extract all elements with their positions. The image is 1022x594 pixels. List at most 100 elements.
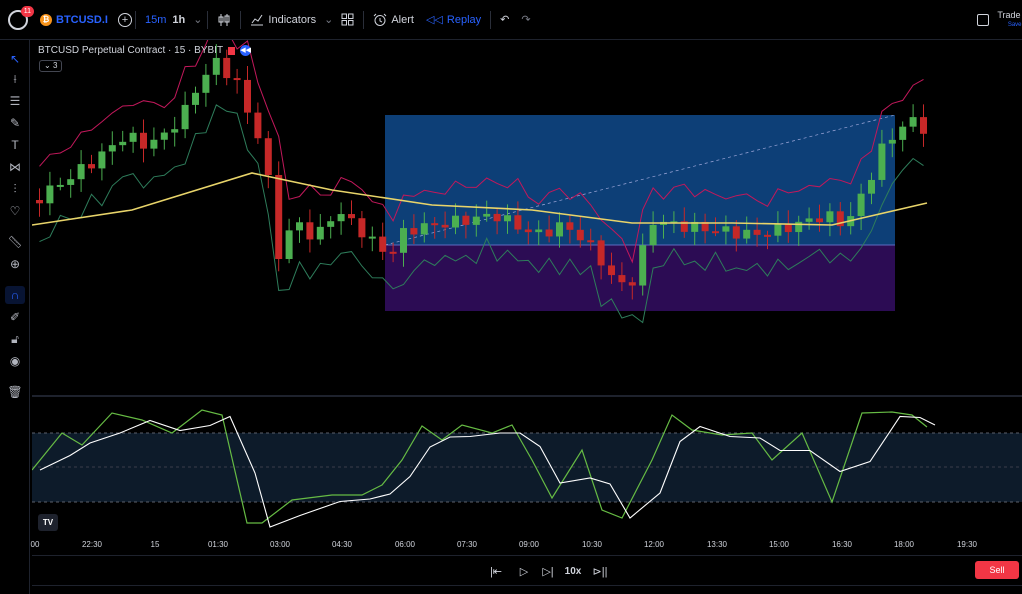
interval-1h-button[interactable]: 1h bbox=[172, 8, 191, 32]
candle-body bbox=[587, 240, 595, 243]
candle-body bbox=[764, 234, 771, 237]
redo-icon[interactable]: ↷ bbox=[515, 8, 536, 32]
magnet-icon[interactable]: ∩ bbox=[5, 286, 25, 304]
indicator-collapse-button[interactable]: ⌄ 3 bbox=[39, 60, 63, 72]
step-forward-icon[interactable]: ▷| bbox=[540, 562, 556, 580]
candle-body bbox=[306, 222, 314, 240]
eye-icon[interactable]: ◉ bbox=[5, 352, 25, 370]
candle-body bbox=[597, 240, 605, 266]
time-axis[interactable]: 00 22:30 15 01:30 03:00 04:30 06:00 07:30 09:00 1… bbox=[30, 538, 1022, 554]
symbol-search[interactable]: ₿ BTCUSD.I bbox=[40, 13, 108, 26]
layouts-icon[interactable] bbox=[335, 8, 360, 32]
exit-replay-icon[interactable]: ⊳|| bbox=[592, 562, 608, 580]
candle-body bbox=[795, 221, 803, 233]
avatar[interactable]: 11 bbox=[8, 5, 34, 30]
time-axis-label: 09:00 bbox=[518, 540, 540, 549]
candle-body bbox=[368, 236, 376, 239]
prediction-icon[interactable]: ⫶ bbox=[5, 180, 25, 198]
time-axis-label: 07:30 bbox=[456, 540, 478, 549]
candle-body bbox=[868, 179, 875, 194]
candle-body bbox=[524, 229, 532, 233]
candle-body bbox=[857, 193, 865, 217]
candle-body bbox=[504, 215, 511, 222]
candle-body bbox=[36, 200, 43, 204]
divider bbox=[134, 10, 136, 29]
candle-body bbox=[348, 214, 355, 219]
price-chart[interactable] bbox=[32, 40, 1022, 555]
candle-body bbox=[296, 222, 303, 231]
flag-icon[interactable] bbox=[228, 46, 236, 55]
candle-body bbox=[129, 132, 137, 142]
time-axis-label: 00 bbox=[30, 540, 40, 549]
time-axis-label: 19:30 bbox=[956, 540, 978, 549]
lock-drawing-icon[interactable]: ✐ bbox=[5, 308, 25, 326]
time-axis-label: 15 bbox=[150, 540, 160, 549]
zoom-in-icon[interactable]: ⊕ bbox=[5, 255, 25, 273]
interval-15m-button[interactable]: 15m bbox=[139, 8, 172, 32]
alert-button[interactable]: Alert bbox=[367, 8, 420, 32]
notification-badge: 11 bbox=[20, 5, 34, 17]
brush-icon[interactable]: ✎ bbox=[5, 114, 25, 132]
divider bbox=[207, 10, 209, 29]
indicators-label: Indicators bbox=[268, 13, 317, 26]
cursor-icon[interactable]: ↖ bbox=[5, 50, 25, 68]
crosshair-icon[interactable]: ⟊ bbox=[5, 70, 25, 88]
symbol-name: BTCUSD.I bbox=[56, 13, 108, 26]
unlock-icon[interactable]: 🔓︎ bbox=[5, 330, 25, 348]
text-icon[interactable]: T bbox=[5, 136, 25, 154]
collapse-count: 3 bbox=[52, 61, 58, 70]
replay-button[interactable]: ◁◁ Replay bbox=[420, 8, 487, 32]
candle-body bbox=[805, 218, 813, 222]
heart-icon[interactable]: ♡ bbox=[5, 202, 25, 220]
candle-body bbox=[909, 117, 917, 127]
candle-body bbox=[171, 129, 179, 133]
candle-body bbox=[899, 126, 907, 140]
right-tools: Trade Pr Save bbox=[977, 0, 1022, 40]
candle-body bbox=[649, 224, 657, 246]
candle-body bbox=[264, 138, 272, 175]
candle-body bbox=[244, 79, 251, 113]
time-axis-label: 10:30 bbox=[581, 540, 603, 549]
candle-body bbox=[56, 184, 64, 187]
jump-to-bar-icon[interactable]: |⇤ bbox=[488, 562, 504, 580]
replay-bar: |⇤ ▷ ▷| 10x ⊳|| Sell bbox=[32, 555, 1022, 585]
ruler-icon[interactable]: 📏︎ bbox=[5, 233, 25, 251]
divider bbox=[363, 10, 365, 29]
trade-panel-title: Trade Pr bbox=[997, 10, 1022, 20]
indicators-button[interactable]: Indicators bbox=[244, 8, 322, 32]
undo-icon[interactable]: ↶ bbox=[494, 8, 515, 32]
candle-body bbox=[327, 221, 335, 227]
chevron-down-icon[interactable]: ⌄ bbox=[191, 8, 204, 32]
time-axis-label: 22:30 bbox=[81, 540, 103, 549]
candle-body bbox=[483, 213, 491, 217]
candle-body bbox=[202, 74, 210, 93]
candle-body bbox=[878, 143, 886, 180]
candle-body bbox=[98, 151, 106, 169]
candle-body bbox=[150, 139, 158, 149]
candle-body bbox=[379, 236, 387, 252]
candle-body bbox=[212, 57, 220, 75]
play-icon[interactable]: ▷ bbox=[516, 562, 532, 580]
fullscreen-icon[interactable] bbox=[977, 14, 990, 26]
time-axis-label: 04:30 bbox=[331, 540, 353, 549]
candle-body bbox=[77, 164, 85, 180]
candle-style-icon[interactable] bbox=[211, 8, 237, 32]
trash-icon[interactable]: 🗑︎ bbox=[5, 383, 25, 401]
candle-body bbox=[275, 174, 283, 260]
sell-button[interactable]: Sell bbox=[975, 561, 1019, 579]
replay-speed-button[interactable]: 10x bbox=[562, 562, 584, 580]
candle-body bbox=[108, 145, 116, 152]
chevron-down-icon[interactable]: ⌄ bbox=[322, 8, 335, 32]
trade-panel-button[interactable]: Trade Pr Save bbox=[997, 10, 1022, 30]
trend-lines-icon[interactable]: ☰ bbox=[5, 92, 25, 110]
replay-mode-icon[interactable]: ◀◀ bbox=[240, 45, 252, 56]
compare-symbol-icon[interactable]: + bbox=[117, 12, 132, 27]
time-axis-label: 03:00 bbox=[269, 540, 291, 549]
candle-body bbox=[140, 132, 147, 149]
patterns-icon[interactable]: ⋈ bbox=[5, 158, 25, 176]
candle-body bbox=[535, 229, 543, 233]
candle-body bbox=[732, 226, 740, 239]
candle-body bbox=[46, 185, 54, 204]
candle-body bbox=[181, 104, 189, 130]
candle-body bbox=[410, 228, 418, 235]
